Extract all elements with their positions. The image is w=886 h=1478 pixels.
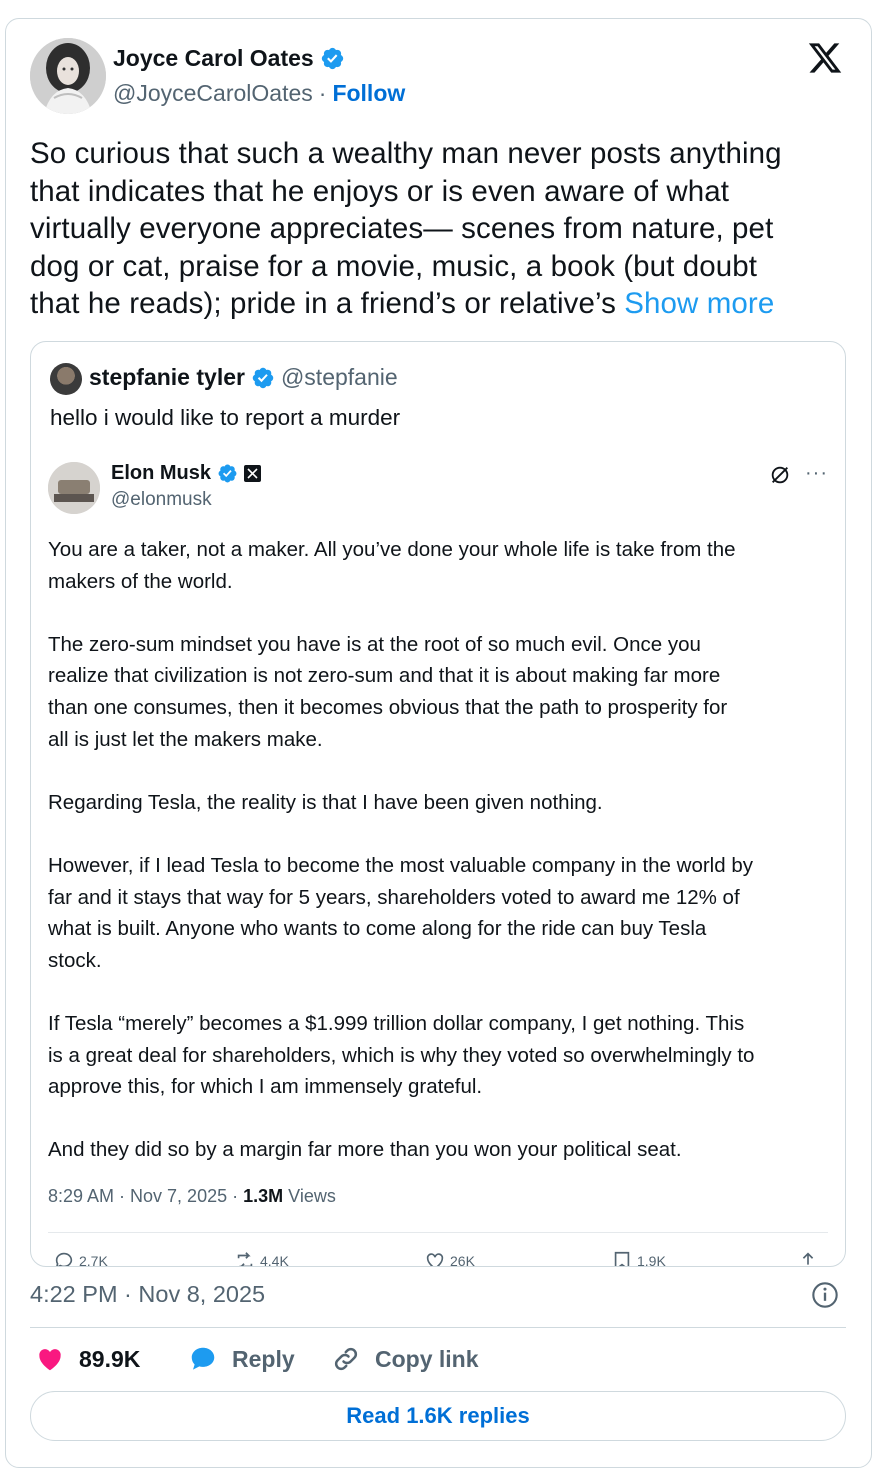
tweet-line: that he reads); pride in a friend’s or r… bbox=[30, 287, 625, 321]
body-line: far and it stays that way for 5 years, s… bbox=[48, 885, 740, 909]
embedded-meta: 8:29 AM · Nov 7, 2025 · 1.3M Views bbox=[48, 1186, 336, 1207]
reply-label: Reply bbox=[232, 1345, 295, 1372]
embedded-share-stat bbox=[797, 1250, 819, 1266]
embedded-bookmark-stat: 1.9K bbox=[611, 1250, 666, 1267]
body-line: makers of the world. bbox=[48, 569, 233, 593]
body-line: is a great deal for shareholders, which … bbox=[48, 1043, 755, 1067]
more-options-icon: ··· bbox=[805, 462, 828, 484]
reply-icon bbox=[55, 1252, 73, 1266]
body-line: stock. bbox=[48, 948, 102, 972]
body-line: realize that civilization is not zero-su… bbox=[48, 664, 721, 688]
embedded-paragraph: You are a taker, not a maker. All you’ve… bbox=[48, 534, 838, 597]
embedded-author-name: Elon Musk bbox=[111, 462, 212, 484]
body-line: If Tesla “merely” becomes a $1.999 trill… bbox=[48, 1011, 745, 1035]
embedded-reply-stat: 2.7K bbox=[53, 1250, 108, 1267]
copy-link-label: Copy link bbox=[375, 1345, 479, 1372]
quoted-author-avatar bbox=[50, 363, 82, 395]
tweet-timestamp[interactable]: 4:22 PM · Nov 8, 2025 bbox=[30, 1281, 265, 1308]
author-handle[interactable]: @JoyceCarolOates bbox=[113, 80, 313, 107]
embedded-views-label: Views bbox=[283, 1186, 336, 1206]
author-name[interactable]: Joyce Carol Oates bbox=[113, 45, 314, 72]
read-replies-button[interactable]: Read 1.6K replies bbox=[30, 1391, 846, 1441]
tweet-line: virtually everyone appreciates— scenes f… bbox=[30, 212, 774, 246]
quoted-author-row: stepfanie tyler @stepfanie bbox=[89, 364, 398, 391]
quoted-tweet-text: hello i would like to report a murder bbox=[50, 405, 401, 430]
embedded-repost-stat: 4.4K bbox=[234, 1250, 289, 1267]
embedded-views-count: 1.3M bbox=[243, 1186, 284, 1206]
quoted-author-name: stepfanie tyler bbox=[89, 364, 245, 390]
verified-badge-icon bbox=[218, 464, 237, 483]
tweet-text: So curious that such a wealthy man never… bbox=[30, 135, 830, 323]
grok-icon bbox=[771, 466, 789, 484]
heart-outline-icon bbox=[426, 1253, 444, 1266]
quoted-author-handle: @stepfanie bbox=[280, 364, 398, 390]
body-line: And they did so by a margin far more tha… bbox=[48, 1138, 682, 1162]
embedded-like-count: 26K bbox=[450, 1253, 475, 1267]
link-icon bbox=[334, 1347, 358, 1371]
info-icon[interactable] bbox=[811, 1281, 839, 1309]
body-line: Regarding Tesla, the reality is that I h… bbox=[48, 790, 603, 814]
handle-separator: · bbox=[318, 80, 327, 106]
like-button[interactable]: 89.9K bbox=[35, 1344, 140, 1374]
follow-button[interactable]: Follow bbox=[332, 80, 405, 107]
body-line: than one consumes, then it becomes obvio… bbox=[48, 695, 728, 719]
embedded-paragraph: Regarding Tesla, the reality is that I h… bbox=[48, 787, 838, 819]
embedded-paragraph: However, if I lead Tesla to become the m… bbox=[48, 850, 838, 976]
quoted-tweet[interactable]: stepfanie tyler @stepfanie hello i would… bbox=[30, 341, 846, 1267]
body-line: You are a taker, not a maker. All you’ve… bbox=[48, 538, 736, 561]
quoted-media-screenshot[interactable]: Elon Musk @elonmusk ··· You are a taker,… bbox=[31, 442, 845, 1267]
like-count: 89.9K bbox=[79, 1345, 141, 1372]
tweet-line: dog or cat, praise for a movie, music, a… bbox=[30, 249, 758, 283]
copy-link-button[interactable]: Copy link bbox=[331, 1344, 479, 1374]
embedded-action-bar: 2.7K 4.4K 26K 1.9K bbox=[31, 1250, 845, 1267]
body-line: However, if I lead Tesla to become the m… bbox=[48, 853, 753, 877]
divider bbox=[30, 1327, 846, 1328]
reply-button[interactable]: Reply bbox=[188, 1344, 295, 1374]
embedded-author-handle: @elonmusk bbox=[111, 489, 212, 510]
embedded-bookmark-count: 1.9K bbox=[637, 1253, 666, 1267]
verified-badge-icon bbox=[252, 367, 274, 388]
share-icon bbox=[802, 1252, 814, 1265]
verified-badge-icon bbox=[321, 47, 343, 70]
author-name-row[interactable]: Joyce Carol Oates bbox=[113, 45, 345, 72]
bookmark-icon bbox=[614, 1251, 630, 1266]
embedded-divider bbox=[48, 1232, 828, 1233]
body-line: approve this, for which I am immensely g… bbox=[48, 1075, 483, 1099]
body-line: The zero-sum mindset you have is at the … bbox=[48, 632, 701, 656]
reply-bubble-icon bbox=[191, 1347, 215, 1370]
tweet-line-last: that he reads); pride in a friend’s or r… bbox=[30, 285, 830, 323]
embedded-author-row: Elon Musk bbox=[111, 462, 262, 485]
x-logo-icon[interactable] bbox=[806, 40, 844, 76]
body-line: what is built. Anyone who wants to come … bbox=[48, 917, 707, 941]
embedded-paragraph: If Tesla “merely” becomes a $1.999 trill… bbox=[48, 1008, 838, 1103]
embedded-paragraph: The zero-sum mindset you have is at the … bbox=[48, 629, 838, 755]
heart-icon bbox=[39, 1349, 61, 1371]
embedded-author-avatar bbox=[48, 462, 100, 514]
embedded-post-body: You are a taker, not a maker. All you’ve… bbox=[48, 534, 838, 1166]
show-more-link[interactable]: Show more bbox=[624, 287, 774, 320]
embedded-reply-count: 2.7K bbox=[79, 1253, 108, 1267]
embedded-repost-count: 4.4K bbox=[260, 1253, 289, 1267]
body-line: all is just let the makers make. bbox=[48, 727, 323, 751]
author-handle-row: @JoyceCarolOates · Follow bbox=[113, 80, 405, 107]
embedded-like-stat: 26K bbox=[424, 1250, 475, 1267]
x-affiliate-badge-icon bbox=[244, 465, 262, 482]
tweet-line: So curious that such a wealthy man never… bbox=[30, 137, 782, 170]
author-avatar[interactable] bbox=[30, 38, 106, 114]
tweet-line: that indicates that he enjoys or is even… bbox=[30, 174, 730, 208]
repost-icon bbox=[237, 1252, 253, 1266]
embedded-timestamp: 8:29 AM · Nov 7, 2025 · bbox=[48, 1186, 244, 1206]
embedded-paragraph: And they did so by a margin far more tha… bbox=[48, 1134, 838, 1166]
